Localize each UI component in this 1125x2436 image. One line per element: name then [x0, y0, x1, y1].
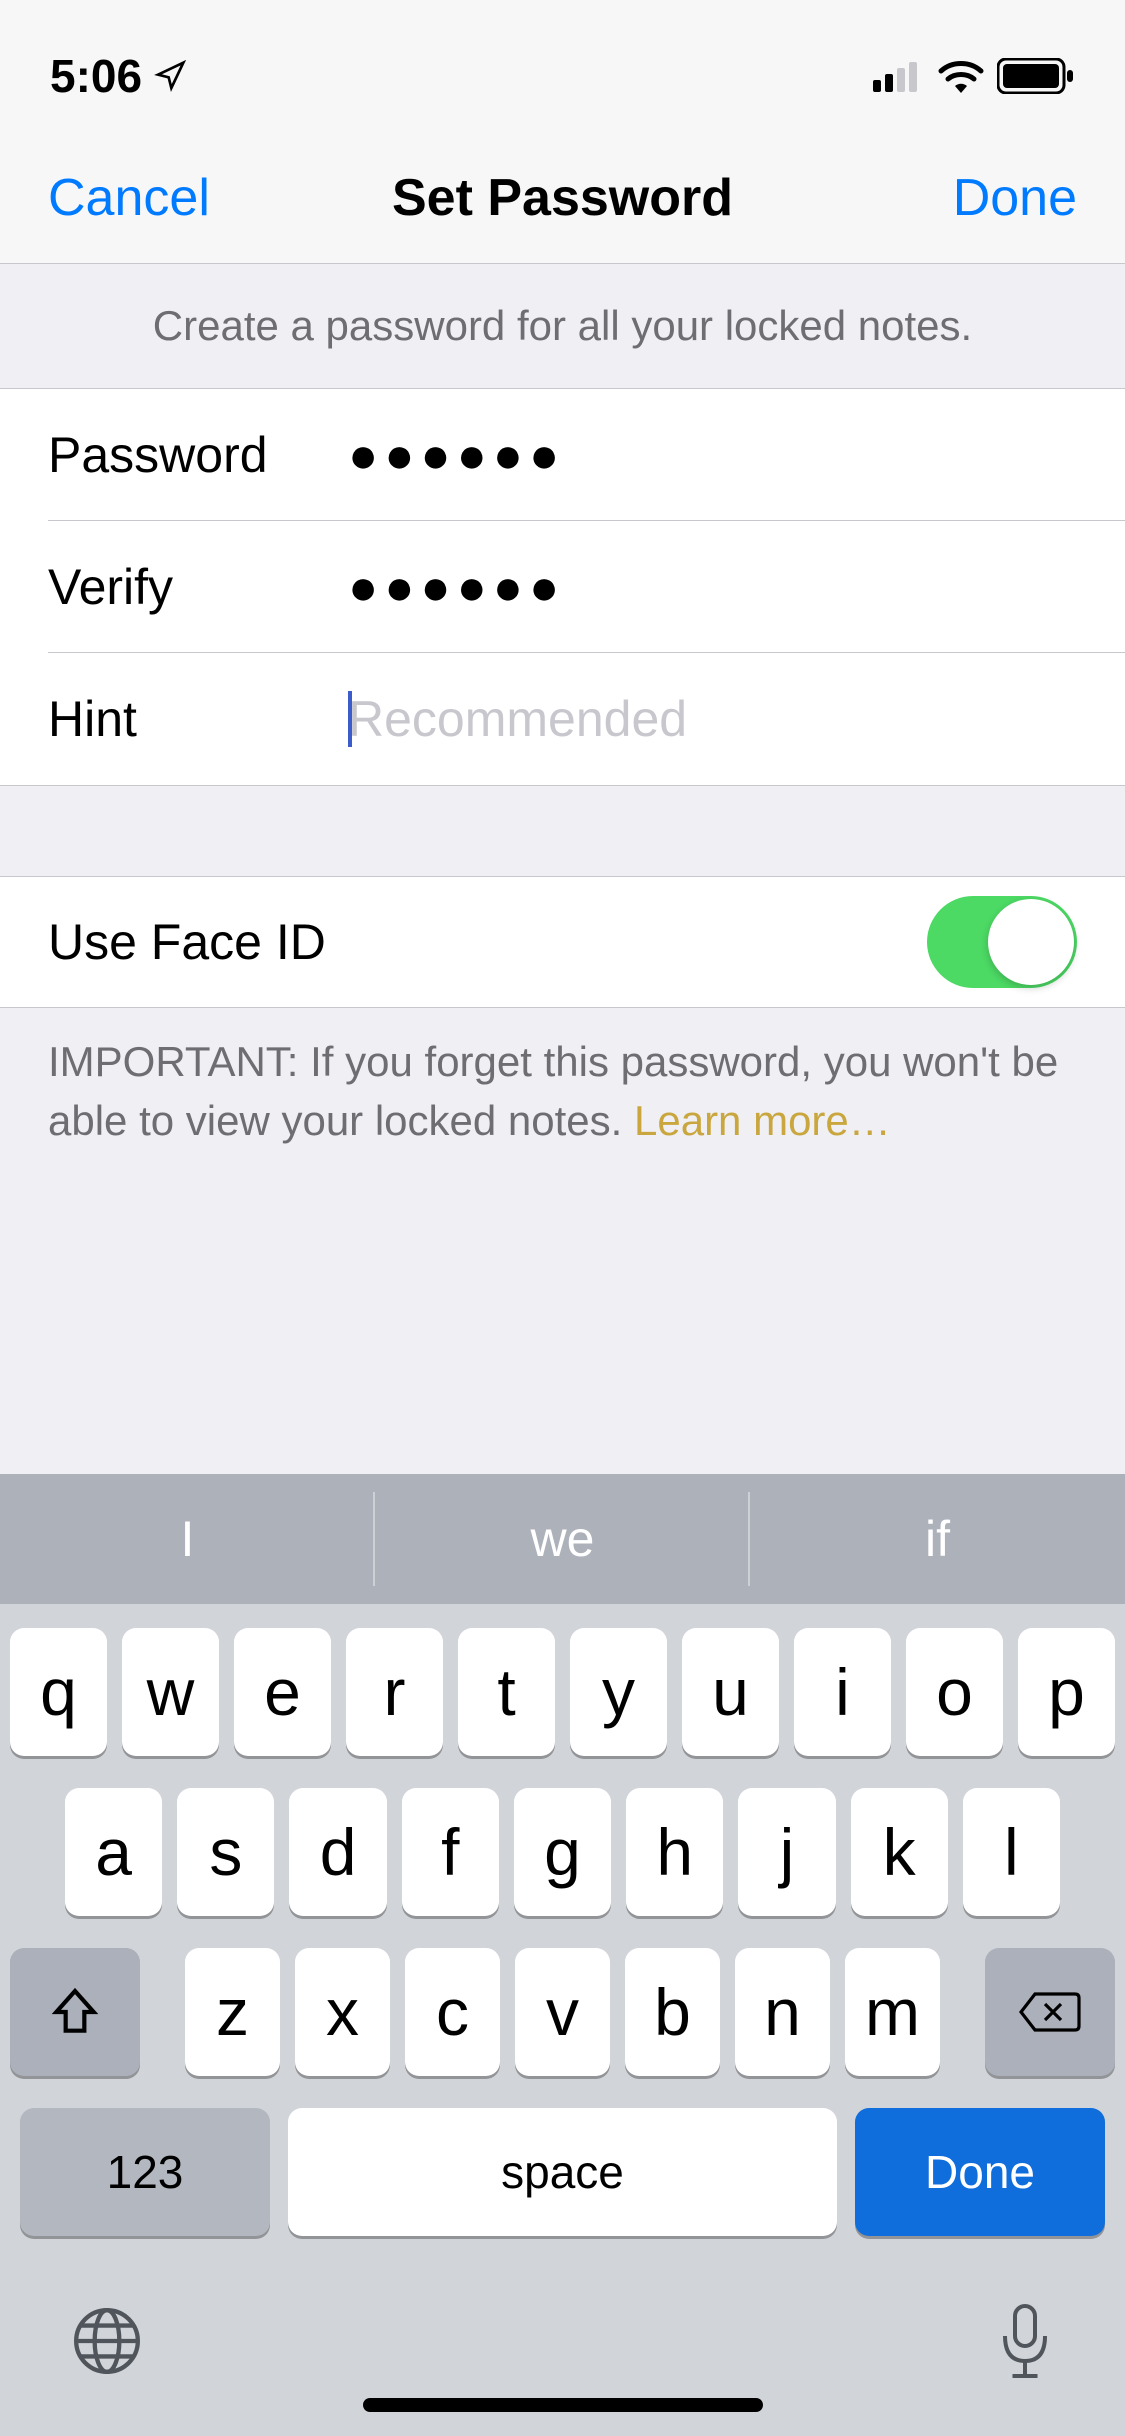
faceid-toggle[interactable] — [927, 896, 1077, 988]
key-h[interactable]: h — [626, 1788, 723, 1916]
mic-icon[interactable] — [995, 2301, 1055, 2381]
backspace-icon — [1019, 1990, 1081, 2034]
key-o[interactable]: o — [906, 1628, 1003, 1756]
key-row-3: z x c v b n m — [10, 1948, 1115, 2076]
verify-label: Verify — [48, 558, 348, 616]
battery-icon — [997, 58, 1075, 94]
key-e[interactable]: e — [234, 1628, 331, 1756]
learn-more-link[interactable]: Learn more… — [634, 1097, 891, 1144]
key-m[interactable]: m — [845, 1948, 940, 2076]
keyboard-done-key[interactable]: Done — [855, 2108, 1105, 2236]
key-s[interactable]: s — [177, 1788, 274, 1916]
key-x[interactable]: x — [295, 1948, 390, 2076]
page-title: Set Password — [392, 168, 733, 228]
home-indicator[interactable] — [363, 2398, 763, 2412]
key-f[interactable]: f — [402, 1788, 499, 1916]
cellular-icon — [873, 60, 925, 92]
key-j[interactable]: j — [738, 1788, 835, 1916]
hint-row[interactable]: Hint — [0, 653, 1125, 785]
hint-label: Hint — [48, 690, 348, 748]
password-label: Password — [48, 426, 348, 484]
key-l[interactable]: l — [963, 1788, 1060, 1916]
toggle-knob — [988, 899, 1074, 985]
space-key[interactable]: space — [288, 2108, 837, 2236]
key-p[interactable]: p — [1018, 1628, 1115, 1756]
wifi-icon — [937, 59, 985, 93]
key-r[interactable]: r — [346, 1628, 443, 1756]
shift-key[interactable] — [10, 1948, 140, 2076]
faceid-row: Use Face ID — [0, 876, 1125, 1008]
key-a[interactable]: a — [65, 1788, 162, 1916]
faceid-label: Use Face ID — [48, 913, 326, 971]
key-w[interactable]: w — [122, 1628, 219, 1756]
status-bar: 5:06 — [0, 0, 1125, 132]
verify-value: ●●●●●● — [348, 558, 1077, 616]
password-value: ●●●●●● — [348, 426, 1077, 484]
key-row-2: a s d f g h j k l — [10, 1788, 1115, 1916]
key-q[interactable]: q — [10, 1628, 107, 1756]
key-d[interactable]: d — [289, 1788, 386, 1916]
suggestion-3[interactable]: if — [750, 1474, 1125, 1604]
key-u[interactable]: u — [682, 1628, 779, 1756]
footer-prefix: IMPORTANT: If you forget this password, … — [48, 1038, 1058, 1144]
cancel-button[interactable]: Cancel — [48, 168, 210, 228]
location-icon — [154, 60, 186, 92]
key-z[interactable]: z — [185, 1948, 280, 2076]
backspace-key[interactable] — [985, 1948, 1115, 2076]
status-time: 5:06 — [50, 49, 142, 103]
footer-text: IMPORTANT: If you forget this password, … — [0, 1008, 1125, 1176]
key-n[interactable]: n — [735, 1948, 830, 2076]
key-v[interactable]: v — [515, 1948, 610, 2076]
suggestion-2[interactable]: we — [375, 1474, 750, 1604]
key-y[interactable]: y — [570, 1628, 667, 1756]
key-b[interactable]: b — [625, 1948, 720, 2076]
key-k[interactable]: k — [851, 1788, 948, 1916]
verify-row[interactable]: Verify ●●●●●● — [0, 521, 1125, 653]
password-form: Password ●●●●●● Verify ●●●●●● Hint — [0, 388, 1125, 786]
section-description: Create a password for all your locked no… — [0, 264, 1125, 388]
key-g[interactable]: g — [514, 1788, 611, 1916]
hint-input[interactable] — [348, 690, 1077, 748]
globe-icon[interactable] — [70, 2304, 144, 2378]
done-button[interactable]: Done — [953, 168, 1077, 228]
password-row[interactable]: Password ●●●●●● — [0, 389, 1125, 521]
suggestion-bar: I we if — [0, 1474, 1125, 1604]
key-row-1: q w e r t y u i o p — [10, 1628, 1115, 1756]
key-c[interactable]: c — [405, 1948, 500, 2076]
key-row-bottom: 123 space Done — [10, 2108, 1115, 2236]
keyboard: I we if q w e r t y u i o p a s d f g h … — [0, 1474, 1125, 2436]
shift-icon — [47, 1984, 103, 2040]
numeric-key[interactable]: 123 — [20, 2108, 270, 2236]
spacer — [0, 786, 1125, 876]
key-i[interactable]: i — [794, 1628, 891, 1756]
key-t[interactable]: t — [458, 1628, 555, 1756]
suggestion-1[interactable]: I — [0, 1474, 375, 1604]
nav-bar: Cancel Set Password Done — [0, 132, 1125, 264]
